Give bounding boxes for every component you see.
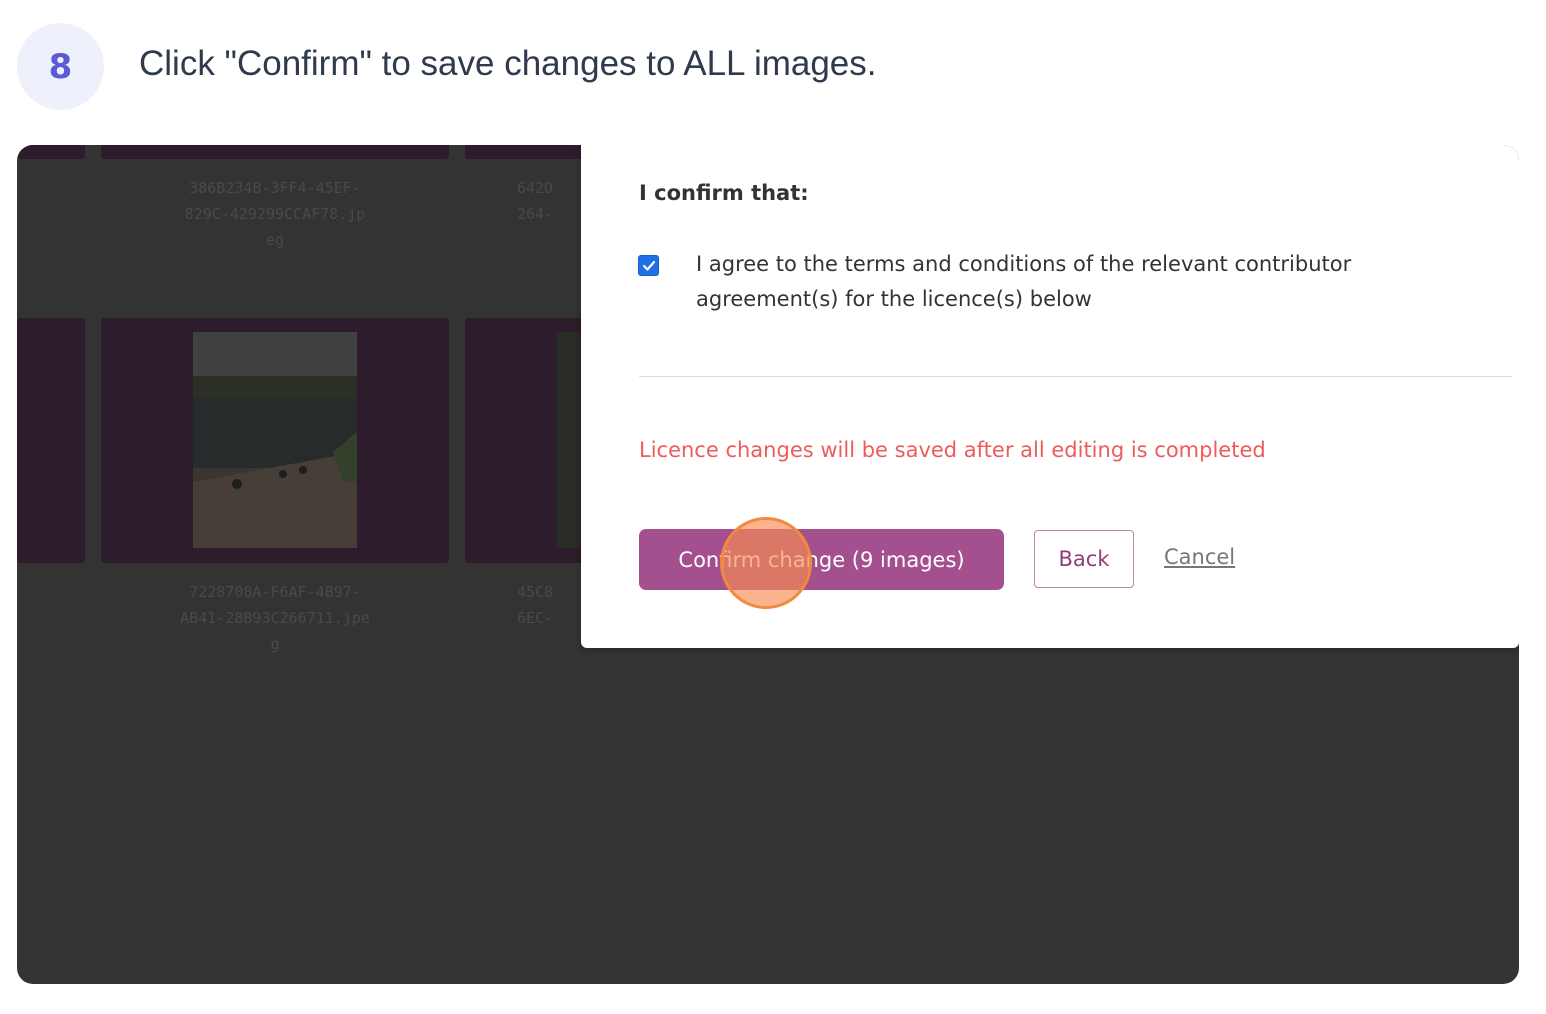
image-filename: 7228708A-F6AF-4B97- AB41-28B93C266711.jp…: [180, 583, 370, 653]
step-number-badge: 8: [17, 23, 104, 110]
image-card[interactable]: [101, 318, 449, 563]
image-card: [17, 145, 85, 159]
agreement-label: I agree to the terms and conditions of t…: [696, 252, 1352, 311]
image-card: [101, 145, 449, 159]
image-card: [17, 318, 85, 563]
image-card: [465, 145, 595, 159]
divider: [639, 376, 1512, 377]
click-indicator: [720, 517, 812, 609]
licence-warning-text: Licence changes will be saved after all …: [639, 438, 1266, 462]
image-filename: 45C8 6EC-: [517, 583, 554, 627]
image-filename: 386B234B-3FF4-45EF- 829C-429299CCAF78.jp…: [184, 179, 366, 249]
checkmark-icon: [642, 260, 655, 271]
cancel-link[interactable]: Cancel: [1164, 545, 1235, 569]
image-card: [465, 318, 595, 563]
image-filename: 642D 264-: [517, 179, 554, 223]
confirm-change-button[interactable]: Confirm change (9 images): [639, 529, 1004, 590]
confirm-heading: I confirm that:: [639, 181, 809, 205]
image-thumbnail: [193, 332, 357, 548]
step-instruction: Click "Confirm" to save changes to ALL i…: [139, 44, 877, 83]
back-button[interactable]: Back: [1034, 530, 1134, 588]
lake-photo: [193, 332, 357, 548]
agreement-checkbox[interactable]: [638, 255, 659, 276]
